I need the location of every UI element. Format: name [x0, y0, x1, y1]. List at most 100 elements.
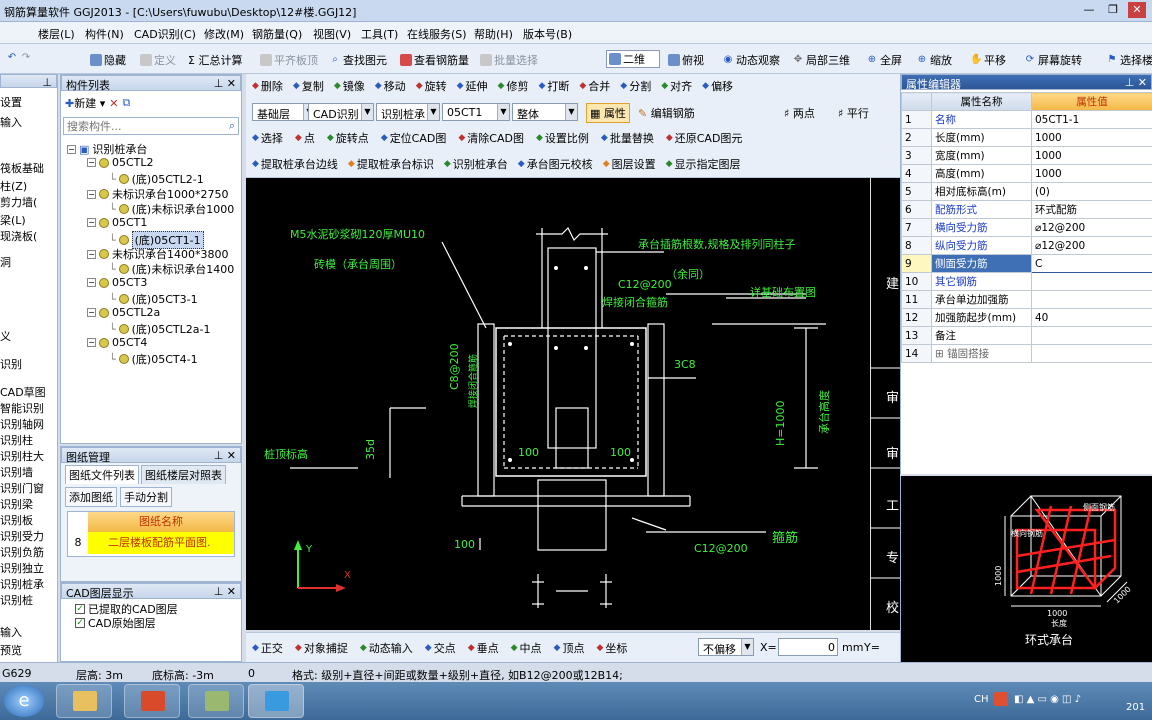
navigator-item[interactable]: 洞 — [0, 254, 11, 270]
pin-icon[interactable]: ⊥ — [42, 76, 52, 89]
navigator-item[interactable]: 识别受力 — [0, 528, 44, 544]
tree-node[interactable]: └ (底)05CTL2-1 — [109, 171, 204, 187]
tree-node[interactable]: −05CT3 — [87, 276, 147, 289]
property-value-cell[interactable]: 1000 — [1031, 146, 1152, 165]
navigator-item[interactable]: 输入 — [0, 114, 22, 130]
copy-component-icon[interactable]: ⧉ — [122, 96, 130, 110]
navigator-item[interactable]: 现浇板( — [0, 228, 37, 244]
navigator-item[interactable]: 智能识别 — [0, 400, 44, 416]
row3-button-7[interactable]: ◆ 还原CAD图元 — [666, 130, 743, 146]
property-value-cell[interactable]: 环式配筋 — [1031, 200, 1152, 219]
tree-node[interactable]: −05CT4 — [87, 336, 147, 349]
tree-node[interactable]: └ (底)05CT4-1 — [109, 351, 198, 367]
tree-root[interactable]: − ▣ 识别桩承台 — [67, 141, 147, 157]
table-row[interactable]: 7 横向受力筋 ⌀12@200 — [901, 218, 1152, 237]
property-value-cell[interactable]: ⌀12@200 — [1031, 218, 1152, 237]
menu-view[interactable]: 视图(V) — [313, 26, 351, 42]
menu-help[interactable]: 帮助(H) — [474, 26, 513, 42]
table-row[interactable]: 2 长度(mm) 1000 — [901, 128, 1152, 147]
top-view-button[interactable]: 俯视 — [668, 52, 704, 68]
navigator-item[interactable]: 识别墙 — [0, 464, 33, 480]
row1-button-5[interactable]: ◆ 延伸 — [457, 78, 488, 94]
edit-rebar-button[interactable]: ✎ 编辑钢筋 — [638, 105, 695, 121]
table-row[interactable]: 3 宽度(mm) 1000 — [901, 146, 1152, 165]
pin-icon[interactable]: ⊥ ✕ — [214, 449, 236, 462]
navigator-item[interactable]: 识别梁 — [0, 496, 33, 512]
collapse-icon[interactable]: − — [87, 189, 96, 199]
collapse-icon[interactable]: − — [87, 308, 96, 317]
batch-select-button[interactable]: 批量选择 — [480, 52, 538, 68]
tree-node[interactable]: − 未标识承台1000*2750 — [87, 186, 229, 202]
close-button[interactable]: ✕ — [1128, 2, 1146, 18]
navigator-item[interactable]: 识别板 — [0, 512, 33, 528]
checkbox-icon[interactable]: ✓ — [75, 604, 85, 614]
menu-rebar-qty[interactable]: 钢筋量(Q) — [252, 26, 302, 42]
property-value-cell[interactable]: ⌀12@200 — [1031, 236, 1152, 255]
row4-button-1[interactable]: ◆ 提取桩承台标识 — [348, 156, 434, 172]
navigator-item[interactable]: 识别独立 — [0, 560, 44, 576]
table-row[interactable]: 9 侧面受力筋 C — [901, 254, 1152, 273]
view-rebar-qty-button[interactable]: 查看钢筋量 — [400, 52, 469, 68]
navigator-item[interactable]: 识别 — [0, 356, 22, 372]
property-value-cell[interactable]: 1000 — [1031, 128, 1152, 147]
property-value-cell[interactable] — [1031, 326, 1152, 345]
expand-icon[interactable]: ⊞ — [935, 348, 947, 360]
pin-icon[interactable]: ⊥ ✕ — [214, 585, 236, 598]
navigator-item[interactable]: 设置 — [0, 94, 22, 110]
menu-online[interactable]: 在线服务(S) — [407, 26, 467, 42]
delete-component-icon[interactable]: ✕ — [109, 97, 118, 110]
snaprow-button-7[interactable]: ◆ 坐标 — [596, 640, 627, 656]
navigator-item[interactable]: 输入 — [0, 624, 22, 640]
row1-button-4[interactable]: ◆ 旋转 — [416, 78, 447, 94]
folder-task[interactable] — [56, 684, 112, 718]
property-value-cell[interactable]: C — [1031, 254, 1152, 273]
navigator-item[interactable]: 柱(Z) — [0, 178, 27, 194]
property-value-cell[interactable]: 40 — [1031, 308, 1152, 327]
table-row[interactable]: 5 相对底标高(m) (0) — [901, 182, 1152, 201]
sogou-icon[interactable] — [994, 692, 1008, 706]
collapse-icon[interactable]: − — [87, 158, 96, 167]
row4-button-3[interactable]: ◆ 承台图元校核 — [518, 156, 593, 172]
row3-button-1[interactable]: ◆ 点 — [295, 130, 315, 146]
module-select[interactable]: CAD识别 ▼ — [308, 103, 374, 121]
table-row[interactable]: 8 纵向受力筋 ⌀12@200 — [901, 236, 1152, 255]
x-coordinate-input[interactable] — [778, 638, 838, 656]
snaprow-button-3[interactable]: ◆ 交点 — [425, 640, 456, 656]
app-task[interactable] — [188, 684, 244, 718]
row4-button-0[interactable]: ◆ 提取桩承台边线 — [252, 156, 338, 172]
menu-version[interactable]: 版本号(B) — [523, 26, 572, 42]
menu-modify[interactable]: 修改(M) — [204, 26, 244, 42]
snaprow-button-5[interactable]: ◆ 中点 — [511, 640, 542, 656]
type-select[interactable]: 识别桩承 ▼ — [376, 103, 440, 121]
row3-button-6[interactable]: ◆ 批量替换 — [601, 130, 654, 146]
row4-button-2[interactable]: ◆ 识别桩承台 — [444, 156, 508, 172]
tree-node[interactable]: −05CTL2 — [87, 156, 154, 169]
table-row[interactable]: 13 备注 — [901, 326, 1152, 345]
row1-button-9[interactable]: ◆ 分割 — [620, 78, 651, 94]
navigator-item[interactable]: 剪力墙( — [0, 194, 37, 210]
tab-drawing-files[interactable]: 图纸文件列表 — [65, 465, 139, 484]
collapse-icon[interactable]: − — [87, 218, 96, 227]
zoom-button[interactable]: ⊕ 缩放 — [916, 52, 952, 68]
navigator-item[interactable]: 识别负筋 — [0, 544, 44, 560]
row3-button-3[interactable]: ◆ 定位CAD图 — [381, 130, 447, 146]
floor-select[interactable]: 基础层▼ — [252, 103, 316, 121]
snaprow-button-0[interactable]: ◆ 正交 — [252, 640, 283, 656]
tree-node[interactable]: └ (底)未标识承台1400 — [109, 261, 234, 277]
row1-button-0[interactable]: ◆ 删除 — [252, 78, 283, 94]
component-search-input[interactable] — [64, 118, 214, 134]
scope-select[interactable]: 整体 ▼ — [512, 103, 578, 121]
property-value-cell[interactable]: 1000 — [1031, 164, 1152, 183]
property-value-cell[interactable] — [1031, 290, 1152, 309]
snaprow-button-1[interactable]: ◆ 对象捕捉 — [295, 640, 348, 656]
property-button[interactable]: ▦ 属性 — [586, 103, 630, 123]
navigator-item[interactable]: 识别柱 — [0, 432, 33, 448]
tree-node[interactable]: └ (底)05CT3-1 — [109, 291, 198, 307]
find-element-button[interactable]: ⌕ 查找图元 — [329, 52, 387, 68]
row4-button-5[interactable]: ◆ 显示指定图层 — [666, 156, 741, 172]
navigator-item[interactable]: 识别柱大 — [0, 448, 44, 464]
snaprow-button-2[interactable]: ◆ 动态输入 — [360, 640, 413, 656]
table-row[interactable]: 4 高度(mm) 1000 — [901, 164, 1152, 183]
parallel-button[interactable]: ♯ 平行 — [838, 105, 869, 121]
collapse-icon[interactable]: − — [87, 249, 96, 259]
